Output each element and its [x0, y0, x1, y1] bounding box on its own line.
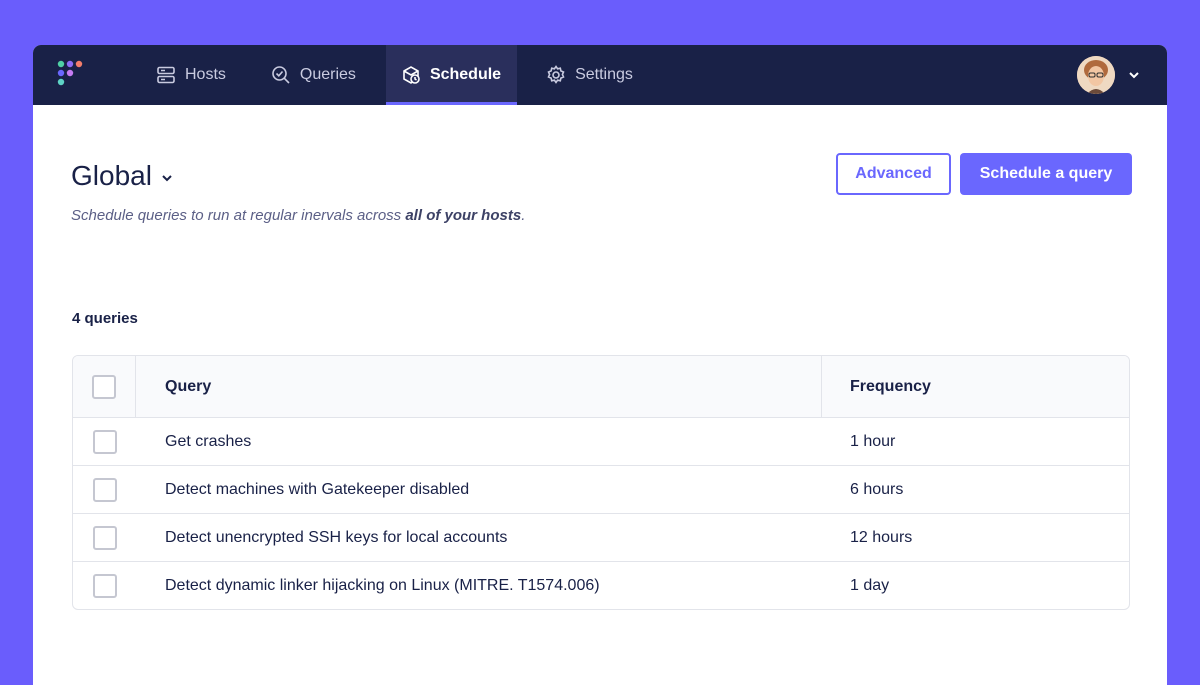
schedule-icon — [403, 66, 420, 84]
settings-icon — [547, 65, 565, 84]
query-count: 4 queries — [72, 310, 138, 327]
app-window: Hosts Queries Schedule Settings Global S… — [33, 45, 1167, 685]
row-check-cell — [73, 418, 136, 465]
row-checkbox[interactable] — [92, 477, 117, 502]
row-checkbox[interactable] — [92, 573, 117, 598]
nav-items: Hosts Queries Schedule Settings — [141, 45, 663, 105]
queries-icon — [272, 66, 290, 84]
page-title: Global — [71, 160, 152, 191]
query-name: Detect dynamic linker hijacking on Linux… — [165, 576, 600, 594]
subtitle-suffix: . — [521, 207, 526, 224]
row-check-cell — [73, 562, 136, 609]
table-row[interactable]: Detect machines with Gatekeeper disabled… — [73, 466, 1129, 514]
avatar[interactable] — [1077, 56, 1115, 94]
query-frequency: 1 day — [850, 576, 890, 594]
advanced-button[interactable]: Advanced — [836, 153, 951, 195]
nav-item-schedule[interactable]: Schedule — [385, 45, 518, 105]
query-name: Get crashes — [165, 432, 252, 450]
table-row[interactable]: Get crashes 1 hour — [73, 418, 1129, 466]
table-row[interactable]: Detect dynamic linker hijacking on Linux… — [73, 562, 1129, 609]
nav-item-queries-label: Queries — [299, 66, 356, 83]
nav-item-settings-label: Settings — [575, 66, 633, 83]
fleet-logo-icon[interactable] — [56, 59, 88, 91]
hosts-icon — [157, 66, 175, 84]
schedule-query-button[interactable]: Schedule a query — [960, 153, 1132, 195]
scheduled-queries-table: Query Frequency Get crashes 1 hour Detec… — [72, 355, 1130, 610]
avatar-image-icon — [1077, 56, 1115, 94]
header-frequency[interactable]: Frequency — [822, 356, 1129, 417]
query-frequency: 12 hours — [850, 528, 913, 546]
select-all-checkbox[interactable] — [92, 374, 116, 399]
team-selector[interactable]: Global — [71, 160, 174, 192]
page-subtitle: Schedule queries to run at regular inerv… — [71, 207, 525, 224]
row-checkbox[interactable] — [92, 429, 117, 454]
header-check-cell — [73, 356, 136, 417]
table-header: Query Frequency — [73, 356, 1129, 418]
top-navigation: Hosts Queries Schedule Settings — [33, 45, 1167, 105]
table-row[interactable]: Detect unencrypted SSH keys for local ac… — [73, 514, 1129, 562]
query-name: Detect unencrypted SSH keys for local ac… — [165, 528, 508, 546]
subtitle-bold: all of your hosts — [405, 207, 522, 224]
row-check-cell — [73, 466, 136, 513]
chevron-down-icon[interactable] — [1127, 68, 1141, 82]
header-query[interactable]: Query — [136, 356, 822, 417]
row-check-cell — [73, 514, 136, 561]
nav-item-hosts-label: Hosts — [185, 66, 226, 83]
nav-item-settings[interactable]: Settings — [531, 45, 649, 105]
subtitle-prefix: Schedule queries to run at regular inerv… — [71, 207, 406, 224]
chevron-down-icon — [162, 175, 172, 182]
nav-item-schedule-label: Schedule — [429, 66, 502, 83]
query-frequency: 6 hours — [850, 480, 904, 498]
query-frequency: 1 hour — [850, 432, 896, 450]
user-menu[interactable] — [1077, 56, 1141, 94]
row-checkbox[interactable] — [92, 525, 117, 550]
nav-item-queries[interactable]: Queries — [256, 45, 372, 105]
query-name: Detect machines with Gatekeeper disabled — [165, 480, 470, 498]
nav-item-hosts[interactable]: Hosts — [141, 45, 242, 105]
